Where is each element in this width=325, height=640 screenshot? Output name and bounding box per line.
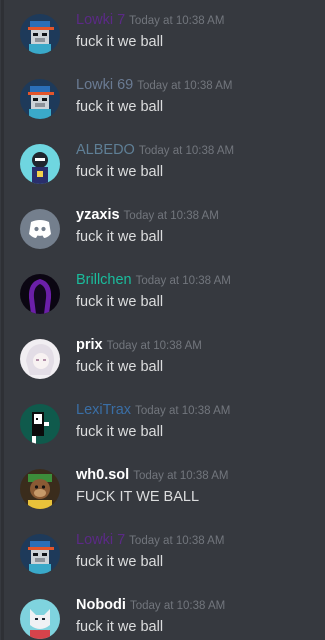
timestamp: Today at 10:38 AM	[135, 275, 231, 287]
chat-message: Lowki 69 Today at 10:38 AM fuck it we bal…	[0, 75, 325, 135]
author-name[interactable]: ALBEDO	[76, 142, 135, 158]
message-text: fuck it we ball	[76, 229, 164, 245]
purple-hooded-figure-avatar-icon[interactable]	[20, 274, 60, 314]
timestamp: Today at 10:38 AM	[129, 15, 225, 27]
chat-message: ALBEDO Today at 10:38 AM fuck it we ball	[0, 140, 325, 200]
ape-avatar-icon[interactable]	[20, 469, 60, 509]
author-name[interactable]: Nobodi	[76, 597, 126, 613]
message-text: fuck it we ball	[76, 99, 164, 115]
chat-message: Lowki 7 Today at 10:38 AM fuck it we ball	[0, 530, 325, 590]
anime-girl-avatar-icon[interactable]	[20, 339, 60, 379]
chat-message: Nobodi Today at 10:38 AM fuck it we ball	[0, 595, 325, 640]
chat-message: wh0.sol Today at 10:38 AM FUCK IT WE BALL	[0, 465, 325, 525]
author-name[interactable]: Lowki 69	[76, 77, 133, 93]
author-name[interactable]: wh0.sol	[76, 467, 129, 483]
timestamp: Today at 10:38 AM	[137, 80, 233, 92]
timestamp: Today at 10:38 AM	[133, 470, 229, 482]
character-avatar-icon[interactable]	[20, 144, 60, 184]
chat-message: Lowki 7 Today at 10:38 AM fuck it we ball	[0, 10, 325, 70]
chat-message: Brillchen Today at 10:38 AM fuck it we ba…	[0, 270, 325, 330]
message-text: fuck it we ball	[76, 294, 164, 310]
timestamp: Today at 10:38 AM	[129, 535, 225, 547]
pixel-figure-avatar-icon[interactable]	[20, 404, 60, 444]
discord-default-avatar-icon[interactable]	[20, 209, 60, 249]
message-text: fuck it we ball	[76, 34, 164, 50]
author-name[interactable]: LexiTrax	[76, 402, 131, 418]
chat-messages: Lowki 7 Today at 10:38 AM fuck it we ball…	[0, 0, 325, 640]
message-text: fuck it we ball	[76, 164, 164, 180]
author-name[interactable]: prix	[76, 337, 103, 353]
timestamp: Today at 10:38 AM	[138, 145, 235, 157]
timestamp: Today at 10:38 AM	[129, 600, 226, 612]
pixel-gorilla-cap-avatar-icon[interactable]	[20, 534, 60, 574]
chat-message: LexiTrax Today at 10:38 AM fuck it we bal…	[0, 400, 325, 460]
author-name[interactable]: yzaxis	[76, 207, 120, 223]
pixel-gorilla-cap-avatar-icon[interactable]	[20, 14, 60, 54]
chat-message: yzaxis Today at 10:38 AM fuck it we ball	[0, 205, 325, 265]
message-text: fuck it we ball	[76, 554, 164, 570]
message-text: FUCK IT WE BALL	[76, 489, 200, 505]
message-text: fuck it we ball	[76, 619, 164, 635]
timestamp: Today at 10:38 AM	[123, 210, 219, 222]
pixel-gorilla-cap-avatar-icon[interactable]	[20, 79, 60, 119]
author-name[interactable]: Lowki 7	[76, 12, 125, 28]
timestamp: Today at 10:38 AM	[106, 340, 202, 352]
chat-message: prix Today at 10:38 AM fuck it we ball	[0, 335, 325, 395]
wolf-avatar-icon[interactable]	[20, 599, 60, 639]
message-text: fuck it we ball	[76, 359, 164, 375]
author-name[interactable]: Brillchen	[76, 272, 132, 288]
message-text: fuck it we ball	[76, 424, 164, 440]
author-name[interactable]: Lowki 7	[76, 532, 125, 548]
timestamp: Today at 10:38 AM	[135, 405, 231, 417]
